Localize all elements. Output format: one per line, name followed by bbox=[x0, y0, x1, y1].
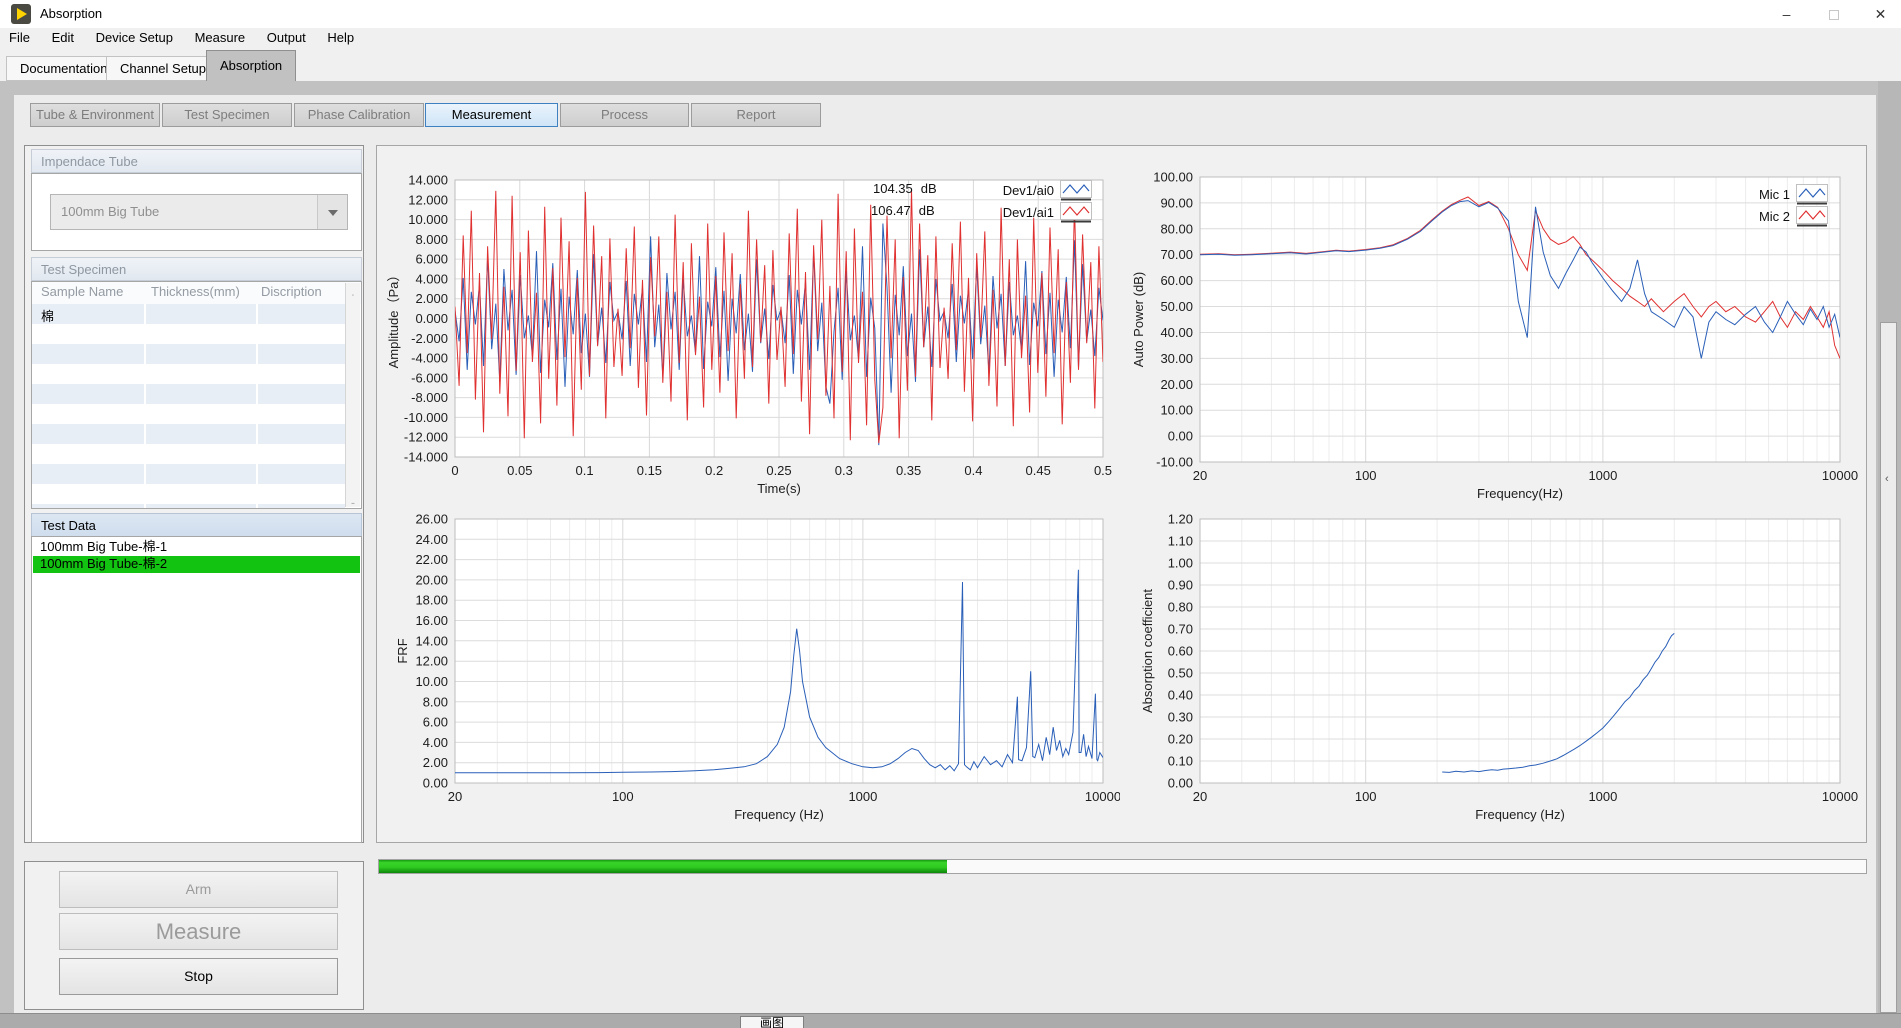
subtab-measurement[interactable]: Measurement bbox=[425, 103, 558, 127]
menu-item-measure[interactable]: Measure bbox=[186, 28, 255, 48]
specimen-table[interactable]: Sample Name Thickness(mm) Discription 棉 … bbox=[31, 281, 362, 509]
app-window: Absorption – ✕ File Edit Device Setup Me… bbox=[0, 0, 1901, 1028]
impedance-tube-box: 100mm Big Tube bbox=[31, 173, 362, 251]
menubar: File Edit Device Setup Measure Output He… bbox=[0, 28, 1901, 48]
splitter-strip[interactable]: ‹ bbox=[1880, 322, 1897, 1013]
subtab-process[interactable]: Process bbox=[560, 103, 689, 127]
legend-line-icon bbox=[1060, 202, 1092, 223]
legend-item-mic2[interactable]: Mic 2 bbox=[1742, 206, 1828, 227]
scroll-up-icon[interactable]: ˌ​ bbox=[346, 285, 360, 297]
charts-panel bbox=[376, 145, 1867, 843]
legend-line-icon bbox=[1796, 184, 1828, 205]
window-title: Absorption bbox=[40, 6, 102, 21]
titlebar: Absorption – ✕ bbox=[0, 0, 1901, 28]
legend-item-dev1-ai1[interactable]: Dev1/ai1 bbox=[992, 202, 1092, 223]
legend-item-mic1[interactable]: Mic 1 bbox=[1742, 184, 1828, 205]
level-unit: dB bbox=[921, 181, 937, 196]
app-play-icon bbox=[11, 4, 31, 24]
tab-absorption[interactable]: Absorption bbox=[206, 50, 296, 81]
column-header-thickness: Thickness(mm) bbox=[151, 284, 240, 299]
menu-item-edit[interactable]: Edit bbox=[43, 28, 83, 48]
bottom-strip bbox=[0, 1013, 1901, 1028]
tab-channel-setup[interactable]: Channel Setup bbox=[106, 56, 220, 81]
scroll-down-icon[interactable]: ˍ​ bbox=[346, 493, 360, 505]
hidden-tab-paint[interactable]: 画图 bbox=[740, 1016, 804, 1028]
subtab-phase-calibration[interactable]: Phase Calibration bbox=[294, 103, 424, 127]
tabstrip: Documentation Channel Setup Absorption bbox=[0, 48, 1901, 81]
test-data-item[interactable]: 100mm Big Tube-棉-1 bbox=[33, 539, 360, 556]
sidebar-panel: Impendace Tube 100mm Big Tube Test Speci… bbox=[24, 145, 364, 843]
menu-item-output[interactable]: Output bbox=[258, 28, 315, 48]
level-reading-ai0: 104.35 dB bbox=[873, 181, 937, 196]
column-header-sample-name: Sample Name bbox=[41, 284, 123, 299]
specimen-table-rows[interactable]: 棉 bbox=[32, 304, 345, 508]
legend-line-icon bbox=[1796, 206, 1828, 227]
menu-item-help[interactable]: Help bbox=[318, 28, 363, 48]
progress-fill bbox=[379, 860, 947, 873]
arm-button[interactable]: Arm bbox=[59, 871, 338, 908]
level-unit: dB bbox=[919, 203, 935, 218]
impedance-tube-header: Impendace Tube bbox=[31, 149, 362, 173]
chevron-down-icon bbox=[328, 210, 338, 216]
subtab-tube-environment[interactable]: Tube & Environment bbox=[30, 103, 160, 127]
controls-panel: Arm Measure Stop bbox=[24, 861, 364, 1010]
progress-bar bbox=[378, 859, 1867, 874]
menu-item-device-setup[interactable]: Device Setup bbox=[87, 28, 182, 48]
splitter-collapse-icon[interactable]: ‹ bbox=[1885, 473, 1889, 485]
measure-button[interactable]: Measure bbox=[59, 913, 338, 950]
legend-label: Dev1/ai1 bbox=[992, 205, 1054, 220]
legend-label: Dev1/ai0 bbox=[992, 183, 1054, 198]
test-specimen-header: Test Specimen bbox=[31, 257, 362, 281]
test-data-header: Test Data bbox=[31, 513, 362, 537]
dropdown-arrow-zone[interactable] bbox=[317, 195, 347, 229]
close-button[interactable]: ✕ bbox=[1858, 0, 1901, 28]
legend-item-dev1-ai0[interactable]: Dev1/ai0 bbox=[992, 180, 1092, 201]
maximize-button[interactable] bbox=[1811, 0, 1856, 28]
column-divider bbox=[144, 304, 146, 508]
subtab-test-specimen[interactable]: Test Specimen bbox=[162, 103, 292, 127]
minimize-button[interactable]: – bbox=[1764, 0, 1809, 28]
menu-item-file[interactable]: File bbox=[0, 28, 39, 48]
tab-documentation[interactable]: Documentation bbox=[6, 56, 121, 81]
legend-line-icon bbox=[1060, 180, 1092, 201]
test-data-item-selected[interactable]: 100mm Big Tube-棉-2 bbox=[33, 556, 360, 573]
test-data-list[interactable]: 100mm Big Tube-棉-1 100mm Big Tube-棉-2 bbox=[31, 536, 362, 843]
tube-dropdown[interactable]: 100mm Big Tube bbox=[50, 194, 348, 230]
legend-label: Mic 2 bbox=[1742, 209, 1790, 224]
tube-dropdown-value: 100mm Big Tube bbox=[61, 195, 159, 229]
level-value: 104.35 bbox=[873, 181, 913, 196]
subtab-report[interactable]: Report bbox=[691, 103, 821, 127]
stop-button[interactable]: Stop bbox=[59, 958, 338, 995]
maximize-icon bbox=[1829, 10, 1839, 20]
specimen-table-scrollbar[interactable]: ˌ​ ˍ​ bbox=[345, 283, 360, 507]
specimen-sample-name[interactable]: 棉 bbox=[41, 306, 54, 325]
level-reading-ai1: 106.47 dB bbox=[871, 203, 935, 218]
level-value: 106.47 bbox=[871, 203, 911, 218]
column-divider bbox=[256, 304, 258, 508]
specimen-table-header: Sample Name Thickness(mm) Discription bbox=[32, 282, 361, 304]
legend-label: Mic 1 bbox=[1742, 187, 1790, 202]
column-header-discription: Discription bbox=[261, 284, 322, 299]
